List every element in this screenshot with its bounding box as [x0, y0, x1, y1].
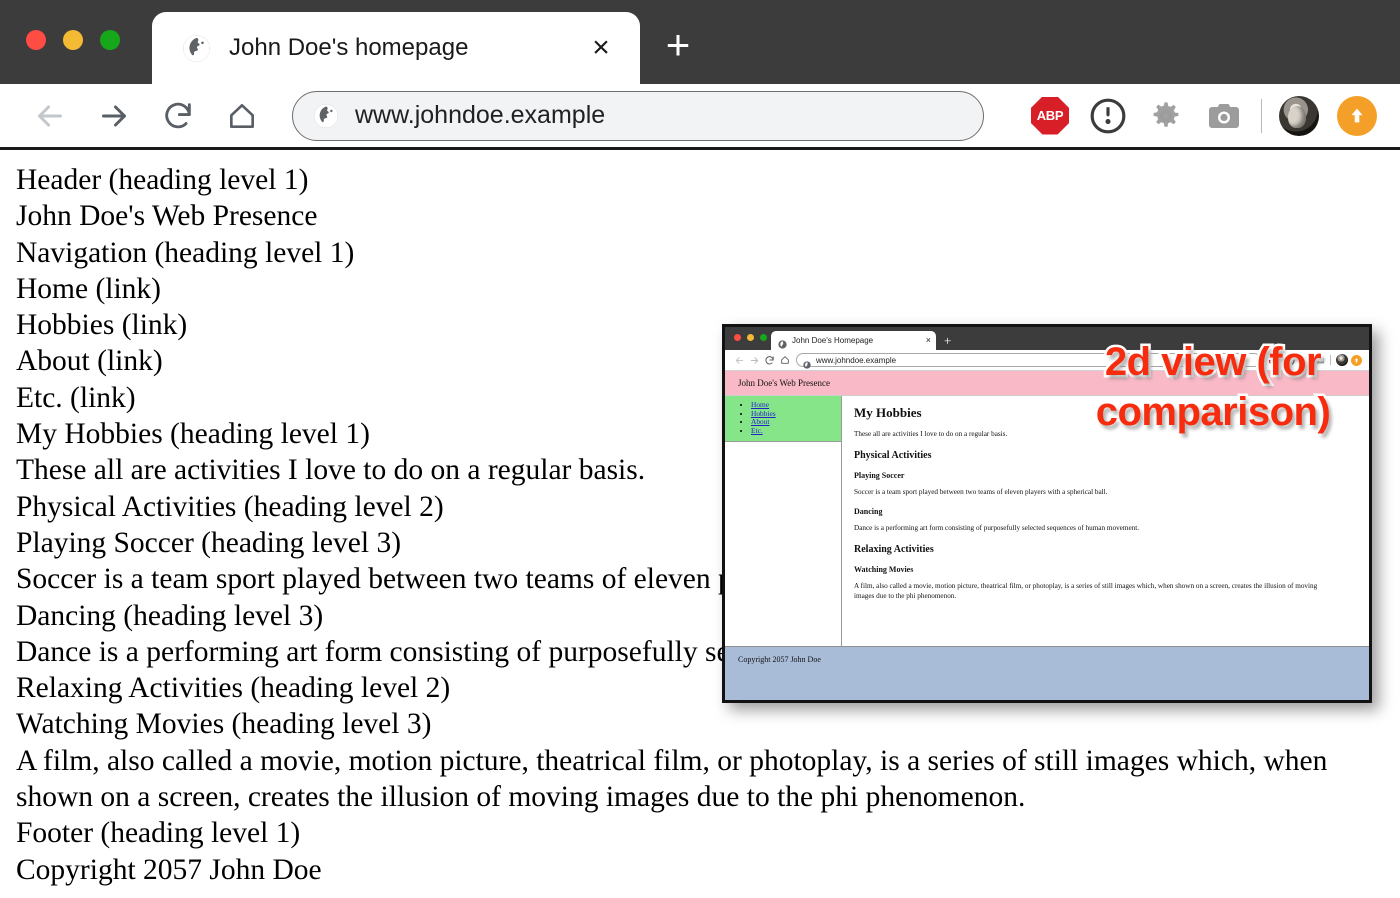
mini-main-content: My Hobbies These all are activities I lo… [842, 396, 1369, 646]
mini-new-tab-button: + [944, 334, 951, 350]
globe-icon [803, 356, 811, 364]
mini-paragraph-soccer: Soccer is a team sport played between tw… [854, 487, 1324, 497]
mini-page-body: Home Hobbies About Etc. My Hobbies These… [725, 396, 1369, 646]
mini-intro-paragraph: These all are activities I love to do on… [854, 429, 1324, 439]
home-button[interactable] [220, 94, 264, 138]
close-window-button[interactable] [26, 30, 46, 50]
close-icon: × [926, 336, 931, 345]
list-item: About [751, 418, 841, 427]
mini-paragraph-film: A film, also called a movie, motion pict… [854, 581, 1324, 601]
mini-heading-watching-movies: Watching Movies [854, 565, 1359, 574]
tab-title: John Doe's homepage [229, 34, 586, 62]
mini-extension-toolbar: ABP [1267, 353, 1364, 368]
a11y-line: John Doe's Web Presence [16, 198, 1382, 234]
mini-minimize-button [747, 334, 754, 341]
mini-titlebar: John Doe's Homepage × + [725, 327, 1369, 350]
nav-link-etc: Etc. [751, 426, 763, 435]
window-controls[interactable] [26, 30, 120, 50]
globe-icon [182, 34, 211, 63]
reload-icon [762, 353, 777, 368]
mini-paragraph-dancing: Dance is a performing art form consistin… [854, 523, 1324, 533]
toolbar-divider [1330, 355, 1331, 365]
back-button[interactable] [28, 94, 72, 138]
browser-titlebar: John Doe's homepage × + [0, 0, 1400, 84]
mini-heading-physical-activities: Physical Activities [854, 450, 1359, 461]
onepassword-icon[interactable] [1079, 91, 1137, 141]
home-icon [777, 353, 792, 368]
address-bar[interactable]: www.johndoe.example [292, 91, 984, 141]
mini-maximize-button [760, 334, 767, 341]
mini-toolbar: www.johndoe.example ABP [725, 350, 1369, 371]
mini-page-header: John Doe's Web Presence [725, 371, 1369, 396]
globe-icon [313, 103, 339, 129]
adblock-plus-icon: ABP [1267, 353, 1282, 368]
avatar[interactable] [1270, 91, 1328, 141]
mini-sidebar: Home Hobbies About Etc. [725, 396, 842, 646]
a11y-line: Copyright 2057 John Doe [16, 852, 1382, 888]
mini-heading-dancing: Dancing [854, 507, 1359, 516]
forward-button[interactable] [92, 94, 136, 138]
mini-page-footer: Copyright 2057 John Doe [725, 646, 1369, 703]
a11y-line: Header (heading level 1) [16, 162, 1382, 198]
list-item: Etc. [751, 427, 841, 436]
camera-icon[interactable] [1195, 91, 1253, 141]
close-icon[interactable]: × [586, 33, 616, 63]
forward-arrow-icon [747, 353, 762, 368]
url-input[interactable]: www.johndoe.example [355, 101, 605, 130]
toolbar-divider [1261, 99, 1262, 133]
mini-url-text: www.johndoe.example [816, 356, 896, 365]
minimize-window-button[interactable] [63, 30, 83, 50]
maximize-window-button[interactable] [100, 30, 120, 50]
globe-icon [778, 336, 787, 345]
tab-john-doe-homepage[interactable]: John Doe's homepage × [152, 12, 640, 84]
mini-heading-playing-soccer: Playing Soccer [854, 471, 1359, 480]
embedded-2d-view-screenshot: John Doe's Homepage × + www.john [722, 324, 1372, 703]
mini-address-bar: www.johndoe.example [796, 353, 1261, 367]
mini-nav-box: Home Hobbies About Etc. [725, 396, 841, 442]
mini-close-button [734, 334, 741, 341]
adblock-plus-icon[interactable]: ABP [1021, 91, 1079, 141]
a11y-line: Watching Movies (heading level 3) [16, 706, 1382, 742]
new-tab-button[interactable]: + [640, 12, 716, 84]
upload-arrow-icon [1349, 353, 1364, 368]
mini-heading-relaxing-activities: Relaxing Activities [854, 544, 1359, 555]
a11y-line: A film, also called a movie, motion pict… [16, 743, 1382, 816]
tab-strip: John Doe's homepage × + [152, 12, 716, 84]
reload-button[interactable] [156, 94, 200, 138]
extension-toolbar: ABP [1021, 91, 1386, 141]
mini-tab: John Doe's Homepage × [771, 331, 936, 350]
gear-icon [1297, 353, 1312, 368]
page-content: Header (heading level 1) John Doe's Web … [0, 150, 1400, 895]
browser-toolbar: www.johndoe.example ABP [0, 84, 1400, 150]
a11y-line: Home (link) [16, 271, 1382, 307]
mini-window-controls [734, 334, 767, 341]
camera-icon [1312, 353, 1327, 368]
a11y-line: Navigation (heading level 1) [16, 235, 1382, 271]
upload-arrow-icon[interactable] [1328, 91, 1386, 141]
avatar [1334, 353, 1349, 368]
onepassword-icon [1282, 353, 1297, 368]
gear-icon[interactable] [1137, 91, 1195, 141]
mini-heading-my-hobbies: My Hobbies [854, 405, 1359, 421]
a11y-line: Footer (heading level 1) [16, 815, 1382, 851]
back-arrow-icon [732, 353, 747, 368]
mini-tab-title: John Doe's Homepage [792, 336, 926, 345]
